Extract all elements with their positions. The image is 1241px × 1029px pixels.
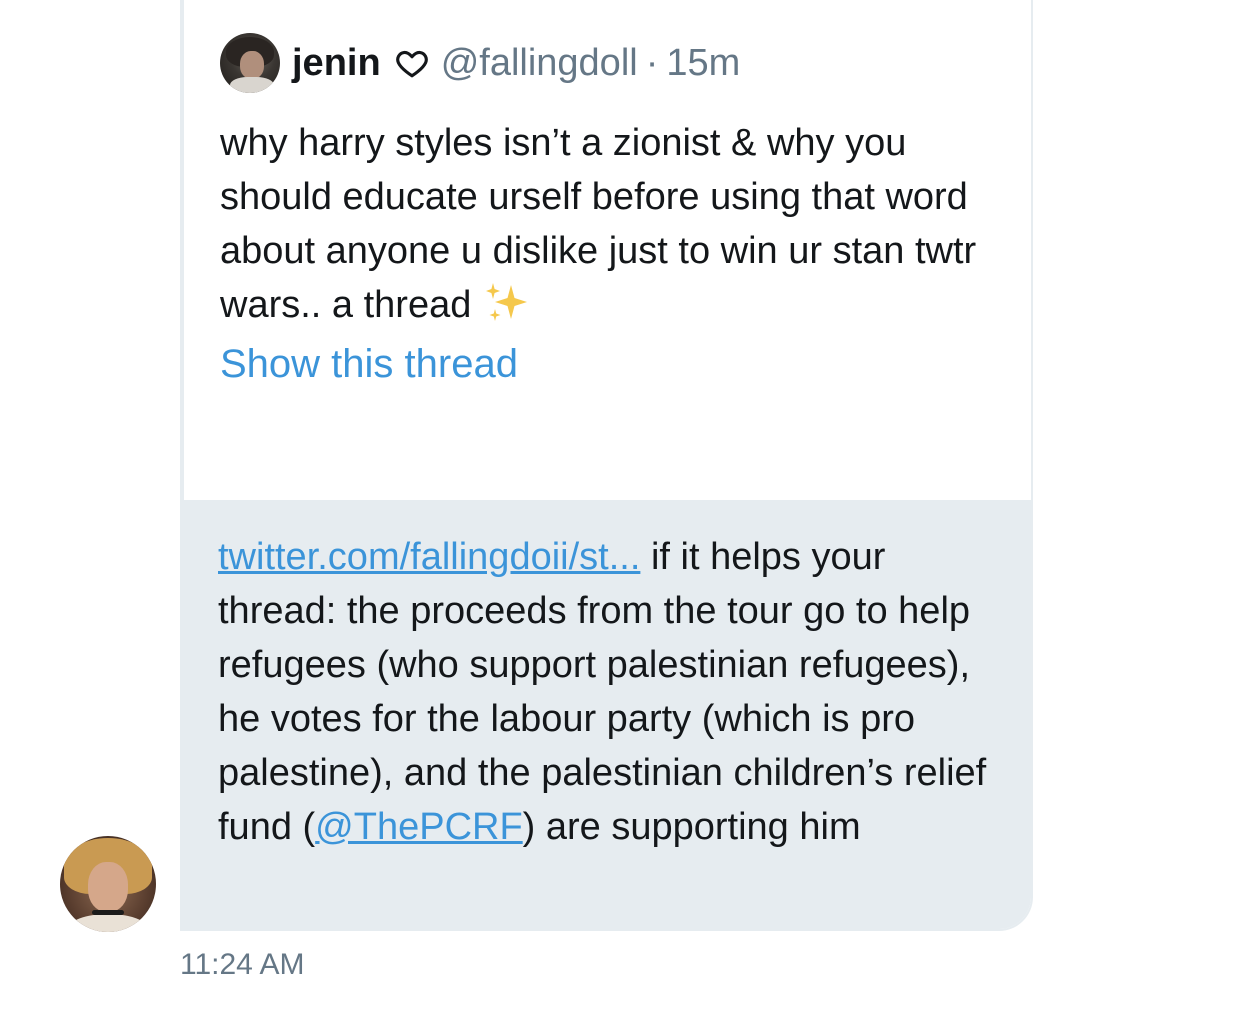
quoted-tweet-handle[interactable]: @fallingdoll xyxy=(441,42,638,85)
tweet-url-link[interactable]: twitter.com/fallingdoii/st... xyxy=(218,536,640,578)
message-text-part2: ) are supporting him xyxy=(522,806,861,848)
show-this-thread-link[interactable]: Show this thread xyxy=(220,342,518,387)
quoted-tweet-avatar[interactable] xyxy=(220,33,280,93)
message-body: twitter.com/fallingdoii/st... if it help… xyxy=(182,502,1031,929)
message-text: twitter.com/fallingdoii/st... if it help… xyxy=(218,530,1008,854)
quoted-tweet-time[interactable]: 15m xyxy=(666,42,740,85)
mention-link[interactable]: @ThePCRF xyxy=(315,806,523,848)
sparkles-icon xyxy=(486,283,528,321)
quoted-tweet-card[interactable]: jenin @fallingdoll · 15m why harry style… xyxy=(182,0,1031,502)
separator-dot: · xyxy=(645,41,659,84)
sender-avatar[interactable] xyxy=(60,836,156,932)
quoted-tweet-header: jenin @fallingdoll · 15m xyxy=(220,32,740,94)
message-timestamp: 11:24 AM xyxy=(180,948,305,981)
message-text-part1: if it helps your thread: the proceeds fr… xyxy=(218,536,987,848)
quoted-tweet-display-name[interactable]: jenin xyxy=(292,42,381,85)
quoted-tweet-text: why harry styles isn’t a zionist & why y… xyxy=(220,116,1000,332)
dm-message-bubble: jenin @fallingdoll · 15m why harry style… xyxy=(180,0,1033,931)
quoted-tweet-body: why harry styles isn’t a zionist & why y… xyxy=(220,122,977,326)
heart-icon xyxy=(395,50,428,78)
